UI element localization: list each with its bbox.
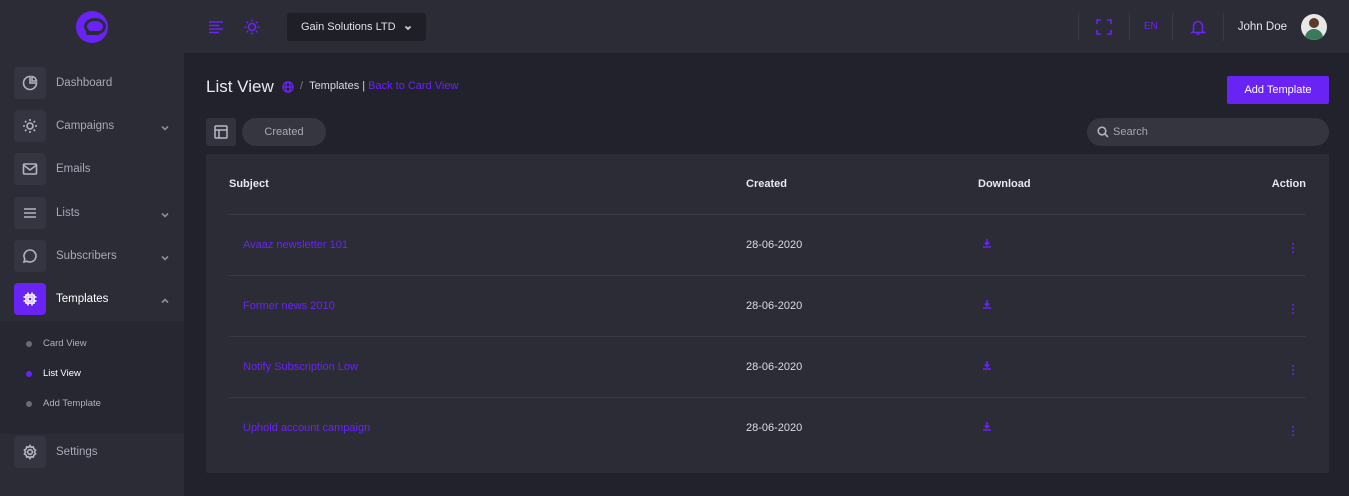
sidebar-item-settings[interactable]: Settings: [0, 430, 184, 473]
created-date: 28-06-2020: [746, 336, 978, 398]
sun-icon: [14, 109, 46, 142]
add-template-button[interactable]: Add Template: [1227, 76, 1329, 104]
chevron-down-icon: [404, 23, 412, 31]
column-header-created[interactable]: Created: [746, 154, 978, 215]
column-layout-button[interactable]: [206, 118, 236, 146]
download-icon[interactable]: [982, 421, 992, 432]
gear-icon: [14, 435, 46, 468]
sidebar-item-templates[interactable]: Templates: [0, 277, 184, 320]
search-icon: [1097, 126, 1109, 138]
submenu-item-label: List View: [43, 368, 81, 380]
sidebar-item-label: Lists: [56, 206, 80, 219]
theme-toggle-icon[interactable]: [241, 16, 263, 38]
created-date: 28-06-2020: [746, 275, 978, 337]
template-subject-link[interactable]: Notify Subscription Low: [229, 361, 358, 373]
breadcrumb-separator: /: [300, 80, 304, 92]
download-icon[interactable]: [982, 360, 992, 370]
table-row: Former news 2010 28-06-2020: [229, 275, 1306, 337]
breadcrumb-current: Templates |: [309, 80, 366, 92]
brand-logo[interactable]: [0, 0, 184, 53]
bullet-dot-icon: [26, 400, 32, 407]
language-code: EN: [1143, 21, 1158, 32]
sidebar-item-subscribers[interactable]: Subscribers: [0, 234, 184, 277]
download-icon[interactable]: [982, 299, 992, 309]
submenu-item-label: Add Template: [43, 398, 101, 410]
column-header-subject[interactable]: Subject: [229, 154, 746, 215]
column-header-download: Download: [978, 154, 1208, 215]
sidebar-item-label: Campaigns: [56, 119, 115, 132]
sidebar-item-label: Dashboard: [56, 76, 113, 89]
logo-icon: [76, 10, 108, 43]
table-row: Avaaz newsletter 101 28-06-2020: [229, 214, 1306, 276]
sidebar-item-label: Settings: [56, 445, 98, 458]
created-date: 28-06-2020: [746, 421, 803, 434]
page-title: List View: [206, 77, 274, 96]
chevron-down-icon: [160, 207, 170, 218]
menu-toggle-icon[interactable]: [205, 16, 227, 38]
table-row: Uphold account campaign 28-06-2020: [229, 397, 1306, 458]
created-date: 28-06-2020: [746, 214, 978, 276]
avatar: [1301, 13, 1327, 40]
templates-submenu: Card View List View Add Template: [0, 320, 184, 434]
chevron-down-icon: [160, 250, 170, 261]
table-header-row: Subject Created Download Action: [229, 154, 1306, 215]
template-subject-link[interactable]: Avaaz newsletter 101: [229, 239, 348, 251]
more-actions-icon[interactable]: [1292, 243, 1294, 253]
chat-bubble-icon: [14, 239, 46, 272]
created-filter-chip[interactable]: Created: [242, 118, 326, 146]
submenu-item-add-template[interactable]: Add Template: [0, 389, 184, 419]
fullscreen-button[interactable]: [1079, 0, 1129, 53]
sidebar-item-lists[interactable]: Lists: [0, 191, 184, 234]
chevron-down-icon: [160, 120, 170, 131]
templates-table-card: Subject Created Download Action Avaaz ne…: [206, 154, 1329, 473]
list-icon: [14, 196, 46, 229]
search-box: [1087, 118, 1329, 146]
user-menu[interactable]: John Doe: [1224, 0, 1349, 53]
notifications-button[interactable]: [1173, 0, 1223, 53]
download-icon[interactable]: [982, 238, 992, 248]
mail-icon: [14, 153, 46, 186]
sidebar: Dashboard Campaigns Emails Lists Subscri…: [0, 0, 184, 496]
globe-icon: [282, 80, 294, 93]
more-actions-icon[interactable]: [1292, 365, 1294, 375]
sidebar-item-dashboard[interactable]: Dashboard: [0, 61, 184, 104]
cpu-icon: [14, 283, 46, 316]
template-subject-link[interactable]: Uphold account campaign: [229, 422, 370, 434]
sidebar-nav: Dashboard Campaigns Emails Lists Subscri…: [0, 61, 184, 321]
templates-table: Subject Created Download Action Avaaz ne…: [229, 154, 1306, 458]
table-row: Notify Subscription Low 28-06-2020: [229, 336, 1306, 398]
search-input[interactable]: [1113, 126, 1313, 138]
more-actions-icon[interactable]: [1292, 426, 1294, 437]
username: John Doe: [1237, 20, 1287, 33]
main-content: List View / Templates | Back to Card Vie…: [206, 53, 1329, 473]
template-subject-link[interactable]: Former news 2010: [229, 300, 335, 312]
more-actions-icon[interactable]: [1292, 304, 1294, 314]
topbar: Gain Solutions LTD EN John Doe: [184, 0, 1349, 53]
bullet-dot-icon: [26, 370, 32, 377]
submenu-item-label: Card View: [43, 338, 87, 350]
sidebar-item-label: Templates: [56, 293, 109, 306]
sidebar-item-label: Emails: [56, 163, 91, 176]
bullet-dot-icon: [26, 340, 32, 347]
sidebar-item-campaigns[interactable]: Campaigns: [0, 104, 184, 147]
submenu-item-card-view[interactable]: Card View: [0, 329, 184, 359]
bell-icon: [1187, 16, 1209, 38]
fullscreen-icon: [1093, 16, 1115, 38]
pie-chart-icon: [14, 66, 46, 99]
language-selector[interactable]: EN: [1130, 0, 1172, 53]
sidebar-item-label: Subscribers: [56, 249, 117, 262]
sidebar-item-emails[interactable]: Emails: [0, 148, 184, 191]
submenu-item-list-view[interactable]: List View: [0, 359, 184, 389]
company-selector[interactable]: Gain Solutions LTD: [287, 12, 426, 41]
breadcrumb: / Templates | Back to Card View: [300, 80, 458, 92]
layout-icon: [214, 125, 228, 139]
back-to-card-view-link[interactable]: Back to Card View: [368, 80, 458, 92]
column-header-action: Action: [1208, 154, 1306, 215]
chevron-up-icon: [160, 293, 170, 304]
company-name: Gain Solutions LTD: [301, 20, 396, 33]
